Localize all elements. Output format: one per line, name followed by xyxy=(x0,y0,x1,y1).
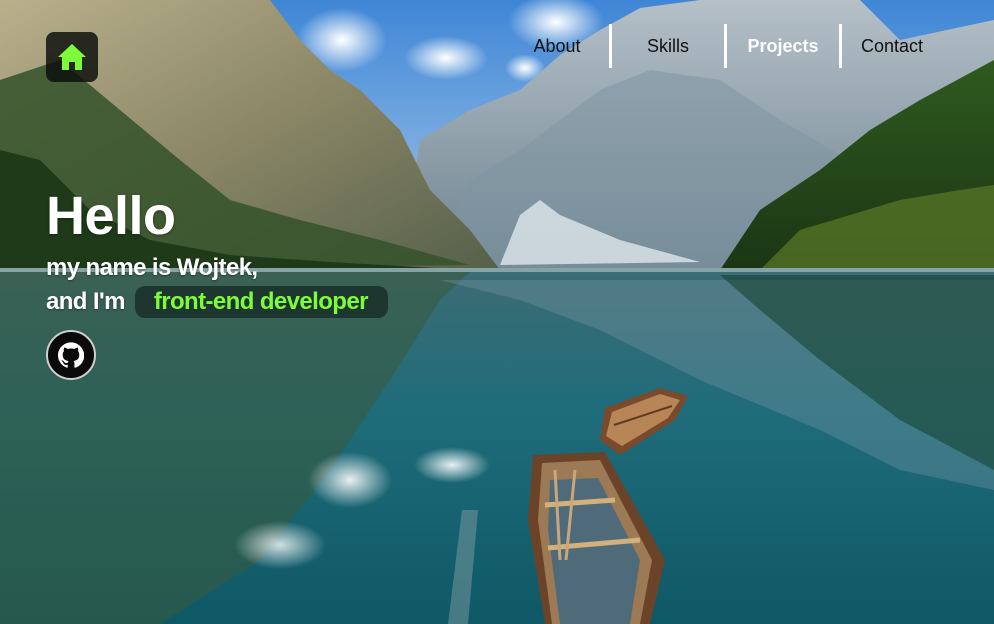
home-icon xyxy=(58,44,86,70)
nav-item-projects[interactable]: Projects xyxy=(727,24,839,68)
nav-item-skills[interactable]: Skills xyxy=(612,24,724,68)
role-badge: front-end developer xyxy=(134,286,388,318)
nav-item-about[interactable]: About xyxy=(505,24,609,68)
hero-greeting: Hello xyxy=(46,186,176,246)
github-link-button[interactable] xyxy=(46,330,96,380)
top-navigation: About Skills Projects Contact xyxy=(505,24,942,68)
hero-intro-prefix: and I'm xyxy=(46,288,125,315)
hero-intro-name: my name is Wojtek, xyxy=(46,254,258,281)
hero-intro-role-line: and I'm front-end developer xyxy=(46,286,388,318)
home-button[interactable] xyxy=(46,32,98,82)
nav-item-contact[interactable]: Contact xyxy=(842,24,942,68)
github-icon xyxy=(58,342,84,368)
